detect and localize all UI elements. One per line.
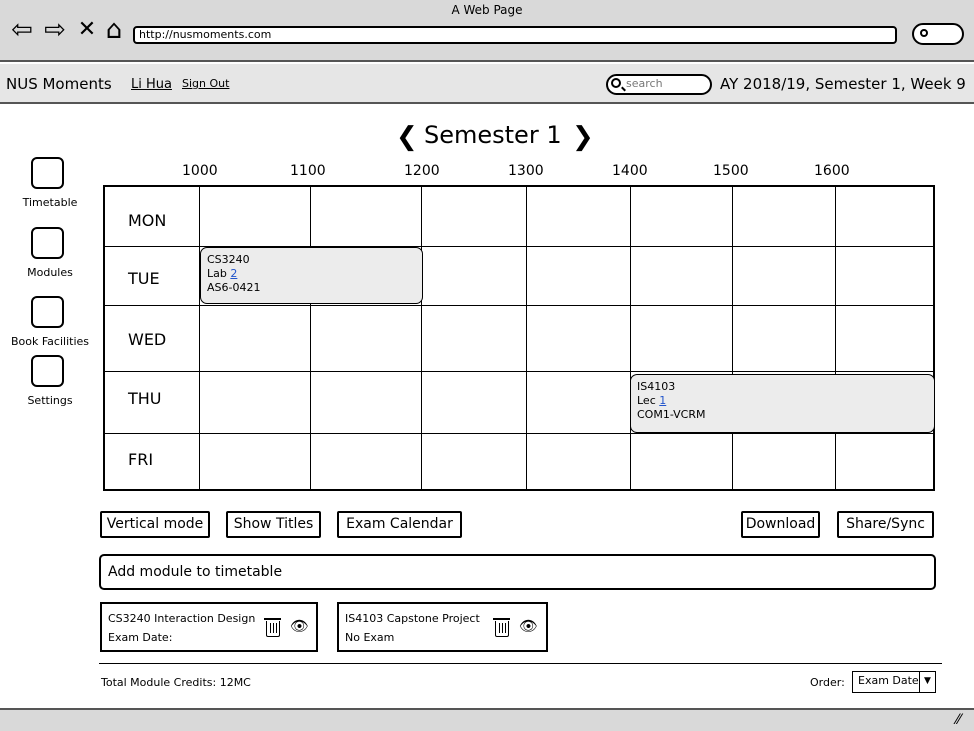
event-code: IS4103 [637, 380, 676, 393]
status-bar [0, 708, 974, 731]
grid-line [526, 185, 527, 491]
browser-search-button[interactable] [912, 23, 964, 45]
event-type: Lec 1 [637, 394, 667, 407]
url-field[interactable]: http://nusmoments.com [133, 26, 897, 44]
day-label: MON [128, 211, 167, 230]
module-card: CS3240 Interaction Design Exam Date: [100, 602, 318, 652]
grid-line [103, 371, 935, 372]
share-sync-button[interactable]: Share/Sync [837, 511, 934, 538]
modules-icon[interactable] [31, 227, 64, 259]
back-icon[interactable]: ⇦ [8, 16, 36, 44]
time-label: 1200 [404, 163, 440, 179]
event-venue: COM1-VCRM [637, 408, 706, 421]
day-label: WED [128, 330, 167, 349]
module-exam: No Exam [345, 631, 395, 644]
timetable-icon[interactable] [31, 157, 64, 189]
sidebar-item-settings[interactable]: Settings [0, 394, 100, 407]
grid-line [421, 185, 422, 491]
book-facilities-icon[interactable] [31, 296, 64, 328]
grid-line [835, 185, 836, 491]
vertical-mode-button[interactable]: Vertical mode [100, 511, 210, 538]
hide-eye-icon[interactable]: 👁 [519, 617, 538, 635]
day-label: TUE [128, 269, 160, 288]
time-label: 1400 [612, 163, 648, 179]
semester-title: Semester 1 [424, 121, 562, 149]
day-label: FRI [128, 450, 154, 469]
trash-icon[interactable] [493, 618, 510, 637]
close-icon[interactable]: ✕ [73, 16, 101, 44]
grid-line [732, 185, 733, 491]
term-label: AY 2018/19, Semester 1, Week 9 [720, 75, 966, 93]
time-label: 1500 [713, 163, 749, 179]
settings-icon[interactable] [31, 355, 64, 387]
resize-grip-icon[interactable]: ⁄⁄ [956, 712, 961, 728]
timetable-event-is4103[interactable]: IS4103 Lec 1 COM1-VCRM [630, 374, 935, 433]
download-button[interactable]: Download [741, 511, 820, 538]
sidebar-item-modules[interactable]: Modules [0, 266, 100, 279]
chevron-down-icon[interactable]: ▼ [919, 671, 936, 693]
module-card: IS4103 Capstone Project No Exam [337, 602, 548, 652]
event-venue: AS6-0421 [207, 281, 261, 294]
prev-semester-icon[interactable]: ❮ [396, 122, 418, 152]
search-icon [920, 29, 928, 37]
forward-icon[interactable]: ⇨ [41, 16, 69, 44]
app-brand[interactable]: NUS Moments [6, 75, 112, 93]
event-type: Lab 2 [207, 267, 238, 280]
class-number-link[interactable]: 2 [230, 267, 237, 280]
module-name: IS4103 Capstone Project [345, 612, 480, 625]
divider [99, 663, 942, 664]
grid-line [630, 185, 631, 491]
show-titles-button[interactable]: Show Titles [226, 511, 321, 538]
timetable-event-cs3240[interactable]: CS3240 Lab 2 AS6-0421 [200, 247, 423, 304]
time-label: 1600 [814, 163, 850, 179]
time-label: 1100 [290, 163, 326, 179]
day-label: THU [128, 389, 162, 408]
search-input[interactable]: search [606, 74, 712, 95]
sidebar-item-timetable[interactable]: Timetable [0, 196, 100, 209]
total-credits: Total Module Credits: 12MC [101, 676, 251, 689]
grid-line [103, 305, 935, 306]
grid-line [103, 433, 935, 434]
grid-line [199, 185, 200, 491]
event-code: CS3240 [207, 253, 250, 266]
home-icon[interactable]: ⌂ [100, 16, 128, 44]
signout-link[interactable]: Sign Out [182, 77, 229, 90]
time-label: 1300 [508, 163, 544, 179]
next-semester-icon[interactable]: ❯ [572, 122, 594, 152]
add-module-input[interactable]: Add module to timetable [99, 554, 936, 590]
hide-eye-icon[interactable]: 👁 [290, 617, 309, 635]
grid-line [310, 185, 311, 491]
class-number-link[interactable]: 1 [659, 394, 666, 407]
window-title: A Web Page [451, 3, 523, 17]
time-label: 1000 [182, 163, 218, 179]
sidebar-item-book-facilities[interactable]: Book Facilities [0, 335, 100, 348]
exam-calendar-button[interactable]: Exam Calendar [337, 511, 462, 538]
trash-icon[interactable] [264, 618, 281, 637]
order-label: Order: [810, 676, 845, 689]
user-link[interactable]: Li Hua [131, 77, 172, 92]
timetable-grid [103, 185, 935, 491]
search-icon [611, 78, 621, 88]
